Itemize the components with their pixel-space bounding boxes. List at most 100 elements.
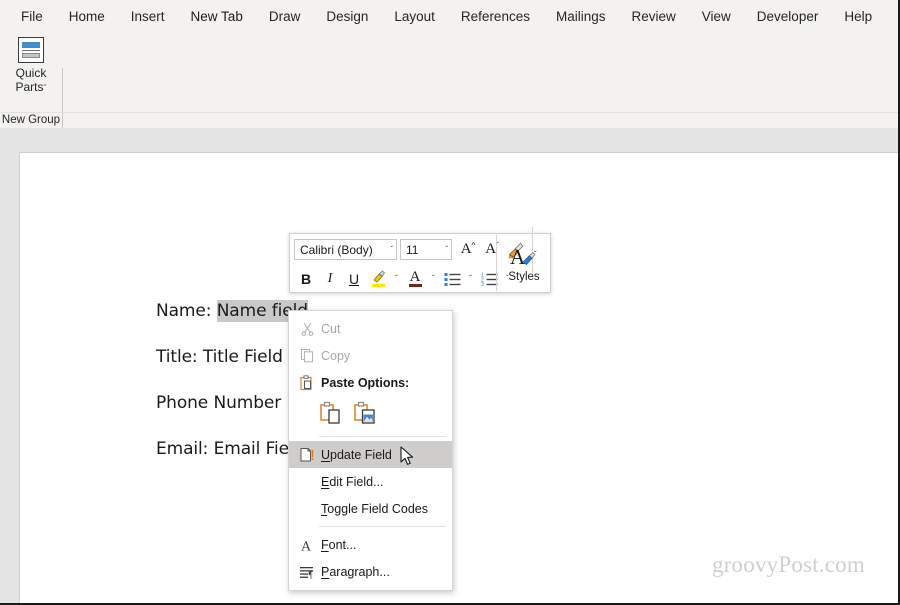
tab-view[interactable]: View [689, 0, 744, 32]
access-key: F [321, 538, 329, 552]
tab-insert[interactable]: Insert [118, 0, 178, 32]
quick-parts-button[interactable]: Quick Partsˇ [15, 66, 46, 95]
context-menu-header-paste-options: Paste Options: [289, 369, 452, 396]
font-size-combo[interactable]: 11 ˇ [400, 239, 452, 260]
context-menu-separator-2 [319, 526, 446, 527]
document-line-title[interactable]: Title: Title Field [156, 347, 283, 367]
document-line-prefix: Title: [156, 347, 203, 367]
paste-glyph [299, 375, 315, 391]
font-color-bar [409, 284, 422, 287]
tab-mailings[interactable]: Mailings [543, 0, 619, 32]
document-page[interactable]: Name: Name field Title: Title Field Phon… [19, 152, 900, 605]
svg-text:3: 3 [481, 282, 484, 286]
document-field[interactable]: Email Fie [214, 439, 289, 459]
quick-parts-icon-line [22, 50, 40, 52]
styles-divider [496, 235, 497, 291]
context-menu-label-rest: aragraph... [329, 565, 389, 579]
document-line-email[interactable]: Email: Email Fie [156, 439, 289, 459]
context-menu-label: Cut [321, 322, 340, 336]
bold-button[interactable]: B [294, 267, 318, 291]
document-line-prefix: Name: [156, 301, 217, 321]
grow-font-button[interactable]: A^ [456, 238, 480, 262]
paste-picture-glyph [353, 401, 377, 425]
font-color-button[interactable]: A [403, 267, 427, 291]
document-line-phone[interactable]: Phone Number [156, 393, 281, 413]
context-menu-item-font[interactable]: A Font... [289, 531, 452, 558]
font-color-dropdown-arrow[interactable]: ˇ [427, 267, 440, 291]
styles-button[interactable]: A ˇ Styles [499, 237, 549, 289]
context-menu-label: Edit Field... [321, 475, 384, 489]
context-menu-separator-1 [319, 436, 446, 437]
text-highlight-button[interactable] [366, 267, 390, 291]
bold-label: B [301, 271, 311, 287]
document-line-name[interactable]: Name: Name field [156, 301, 308, 321]
tab-label: Insert [131, 9, 165, 24]
underline-label: U [349, 271, 359, 287]
new-group-label: New Group [0, 113, 62, 128]
chevron-down-icon[interactable]: ˇ [44, 83, 47, 93]
bullets-button[interactable] [440, 267, 464, 291]
highlighter-icon [371, 270, 386, 287]
svg-text:A: A [510, 245, 526, 269]
tab-label: New Tab [191, 9, 243, 24]
numbering-button[interactable]: 1 2 3 [477, 267, 501, 291]
styles-icon: A ˇ [509, 244, 539, 270]
tab-help[interactable]: Help [831, 0, 885, 32]
tab-home[interactable]: Home [56, 0, 118, 32]
context-menu-item-edit-field[interactable]: Edit Field... [289, 468, 452, 495]
document-field[interactable]: Title Field [203, 347, 283, 367]
caret-up-icon: ^ [472, 241, 476, 250]
tab-label: Design [326, 9, 368, 24]
tab-review[interactable]: Review [619, 0, 689, 32]
tab-new-tab[interactable]: New Tab [178, 0, 256, 32]
svg-text:ˇ: ˇ [534, 250, 537, 259]
context-menu-label: Copy [321, 349, 350, 363]
chevron-down-icon[interactable]: ˇ [390, 245, 393, 254]
paragraph-glyph: ¶ [299, 564, 315, 580]
update-field-icon [293, 447, 321, 463]
context-menu-label-rest: oggle Field Codes [327, 502, 428, 516]
grow-font-label: A [461, 241, 472, 258]
highlight-dropdown-arrow[interactable]: ˇ [390, 267, 403, 291]
context-menu-item-update-field[interactable]: Update Field [289, 441, 452, 468]
font-size-value: 11 [406, 243, 441, 257]
paste-icon [293, 375, 321, 391]
paragraph-icon: ¶ [293, 564, 321, 580]
tab-developer[interactable]: Developer [744, 0, 832, 32]
group-footer-divider [62, 113, 63, 128]
ribbon-content: Quick Partsˇ [0, 32, 900, 112]
paste-keep-text-only-icon[interactable] [319, 401, 345, 427]
copy-glyph [300, 348, 315, 363]
tab-file[interactable]: File [8, 0, 56, 32]
context-menu-item-toggle-field-codes[interactable]: Toggle Field Codes [289, 495, 452, 522]
tab-label: References [461, 9, 530, 24]
italic-button[interactable]: I [318, 267, 342, 291]
tab-references[interactable]: References [448, 0, 543, 32]
paste-picture-icon[interactable] [353, 401, 379, 427]
document-line-prefix: Phone Number [156, 393, 281, 413]
bullets-dropdown-arrow[interactable]: ˇ [464, 267, 477, 291]
context-menu-item-paragraph[interactable]: ¶ Paragraph... [289, 558, 452, 585]
context-menu-label-rest: dit Field... [329, 475, 383, 489]
tab-layout[interactable]: Layout [381, 0, 448, 32]
font-color-icon: A [409, 271, 422, 287]
underline-button[interactable]: U [342, 267, 366, 291]
word-window: File Home Insert New Tab Draw Design [0, 0, 900, 605]
scissors-icon [293, 321, 321, 336]
ribbon-group-footer: New Group [0, 112, 900, 128]
quick-parts-label-line2: Parts [15, 80, 43, 94]
context-menu: Cut Copy Paste Options: [288, 310, 453, 591]
context-menu-label: Font... [321, 538, 356, 552]
tab-draw[interactable]: Draw [256, 0, 314, 32]
watermark: groovyPost.com [712, 552, 865, 578]
quick-parts-group: Quick Partsˇ [0, 32, 62, 112]
quick-parts-icon[interactable] [18, 37, 44, 63]
tab-design[interactable]: Design [313, 0, 381, 32]
font-name-combo[interactable]: Calibri (Body) ˇ [294, 239, 397, 260]
tab-label: Help [844, 9, 872, 24]
svg-text:¶: ¶ [309, 570, 313, 580]
quick-parts-icon-gray-bar [22, 53, 40, 58]
chevron-down-icon[interactable]: ˇ [445, 245, 448, 254]
tab-label: Mailings [556, 9, 606, 24]
mini-formatting-toolbar: Calibri (Body) ˇ 11 ˇ A^ Aˇ [289, 233, 551, 293]
